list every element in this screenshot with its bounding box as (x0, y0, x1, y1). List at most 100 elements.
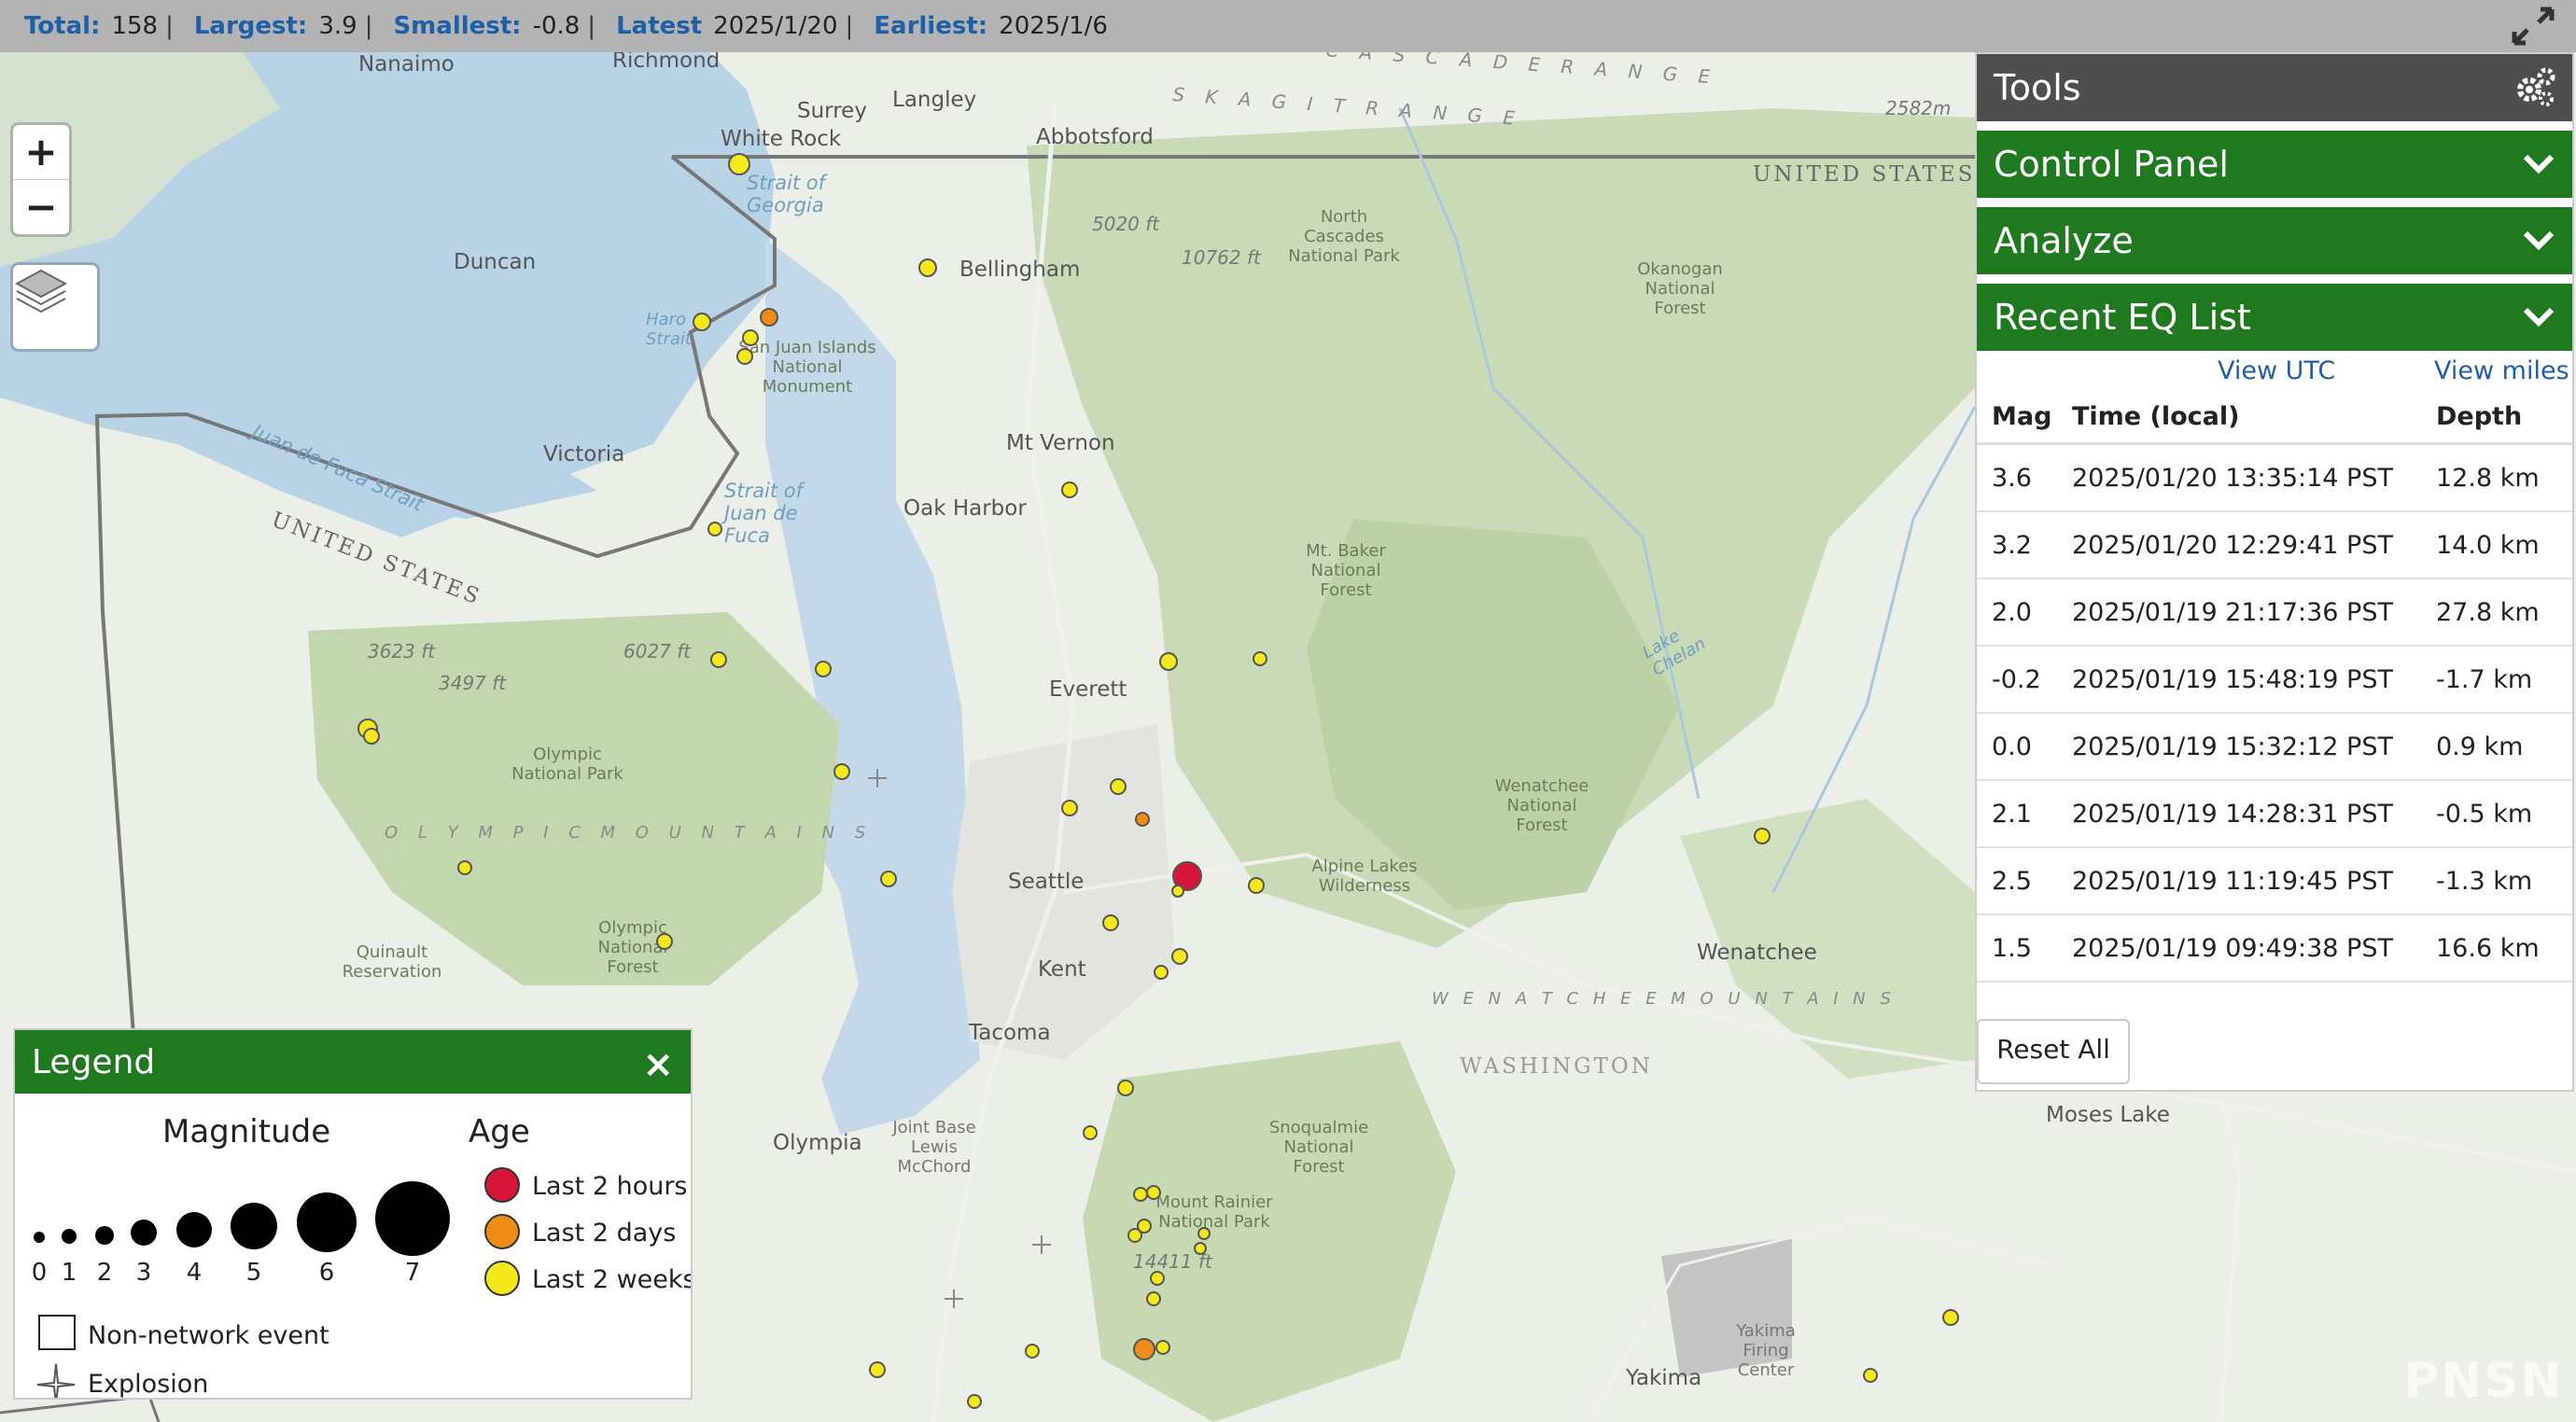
label-yakima: Yakima (1626, 1366, 1702, 1390)
label-haro-strait: Haro Strait (646, 310, 692, 349)
eq-mag-cell: 2.1 (1992, 799, 2032, 829)
zoom-control: + − (13, 125, 69, 234)
eq-time-cell: 2025/01/19 09:49:38 PST (2072, 933, 2393, 963)
age-label: Last 2 weeks (532, 1265, 691, 1294)
label-olympia: Olympia (773, 1131, 862, 1155)
col-mag-header[interactable]: Mag (1977, 402, 2072, 431)
eq-depth-cell: -1.7 km (2436, 664, 2533, 694)
explosion-label: Explosion (88, 1370, 208, 1398)
mag-1-symbol (62, 1229, 77, 1244)
label-elev-10762: 10762 ft (1182, 246, 1261, 269)
mag-label: 3 (136, 1259, 152, 1287)
label-everett: Everett (1049, 677, 1127, 702)
analyze-label: Analyze (1994, 220, 2134, 261)
largest-value: 3.9 (318, 12, 357, 40)
eq-depth-cell: 14.0 km (2436, 530, 2540, 560)
legend-content: Magnitude Age 0 1 2 3 4 5 6 7 Last 2 hou… (32, 1113, 691, 1398)
chevron-down-icon (2523, 230, 2555, 251)
eq-table-header: Mag Time (local) Depth (1977, 390, 2572, 445)
mag-label: 5 (246, 1259, 262, 1287)
eq-depth-cell: 16.6 km (2436, 933, 2540, 963)
label-mt-vernon: Mt Vernon (1006, 431, 1115, 455)
largest-label: Largest: (193, 12, 308, 40)
view-utc-link[interactable]: View UTC (2218, 356, 2335, 385)
eq-table-row[interactable]: 1.02025/01/19 08:44:49 PST16.9 km (1977, 983, 2572, 997)
eq-table-row[interactable]: 2.1 2025/01/19 14:28:31 PST -0.5 km (1977, 781, 2572, 848)
separator: | (587, 12, 596, 40)
earliest-value: 2025/1/6 (999, 12, 1108, 40)
eq-mag-cell: 2.0 (1992, 597, 2032, 627)
eq-time-cell: 2025/01/19 14:28:31 PST (2072, 799, 2393, 829)
layers-button[interactable] (13, 265, 97, 349)
legend-panel: Legend × Magnitude Age 0 1 2 3 4 5 6 7 L… (13, 1028, 693, 1400)
label-tacoma: Tacoma (969, 1021, 1051, 1045)
chevron-down-icon (2523, 307, 2555, 328)
label-olympic-nf: Olympic National Forest (597, 918, 668, 977)
eq-mag-cell: 1.5 (1992, 933, 2032, 963)
label-white-rock: White Rock (721, 127, 842, 151)
col-depth-header[interactable]: Depth (2436, 402, 2557, 431)
age-label: Last 2 days (532, 1219, 676, 1248)
label-wenatchee: Wenatchee (1697, 941, 1817, 965)
label-elev-5020: 5020 ft (1092, 213, 1160, 235)
stats-bar: Total: 158 | Largest: 3.9 | Smallest: -0… (0, 0, 2576, 52)
age-2-hours-symbol (484, 1167, 520, 1203)
fullscreen-icon[interactable] (2511, 6, 2555, 47)
separator: | (364, 12, 373, 40)
label-langley: Langley (892, 88, 977, 112)
control-panel-header[interactable]: Control Panel (1977, 131, 2572, 198)
label-north-cascades: North Cascades National Park (1288, 207, 1400, 266)
label-seattle: Seattle (1008, 870, 1085, 894)
recent-eq-list-header[interactable]: Recent EQ List (1977, 284, 2572, 351)
smallest-label: Smallest: (393, 12, 522, 40)
eq-time-cell: 2025/01/19 15:48:19 PST (2072, 664, 2393, 694)
label-moses-lake: Moses Lake (2046, 1103, 2170, 1127)
col-time-header[interactable]: Time (local) (2072, 402, 2436, 431)
eq-table-row[interactable]: 2.5 2025/01/19 11:19:45 PST -1.3 km (1977, 848, 2572, 915)
label-san-juan: San Juan Islands National Monument (738, 338, 876, 397)
non-network-symbol (38, 1315, 76, 1350)
eq-table-row[interactable]: 0.0 2025/01/19 15:32:12 PST 0.9 km (1977, 714, 2572, 781)
latest-label: Latest (616, 12, 703, 40)
total-value: 158 (111, 12, 159, 40)
eq-mag-cell: 0.0 (1992, 732, 2032, 761)
eq-table-row[interactable]: 2.0 2025/01/19 21:17:36 PST 27.8 km (1977, 579, 2572, 647)
age-2-weeks-symbol (484, 1261, 520, 1296)
eq-depth-cell: -0.5 km (2436, 799, 2533, 829)
mag-3-symbol (131, 1220, 157, 1246)
eq-table-row[interactable]: 3.2 2025/01/20 12:29:41 PST 14.0 km (1977, 512, 2572, 579)
view-miles-link[interactable]: View miles (2434, 356, 2569, 385)
layers-icon (14, 269, 68, 314)
label-abbotsford: Abbotsford (1036, 125, 1154, 149)
zoom-in-button[interactable]: + (13, 125, 69, 180)
total-label: Total: (24, 12, 101, 40)
eq-depth-cell: 0.9 km (2436, 732, 2524, 761)
label-nanaimo: Nanaimo (358, 52, 455, 77)
mag-2-symbol (95, 1226, 114, 1245)
label-quinault: Quinault Reservation (342, 942, 442, 982)
eq-table-row[interactable]: 1.5 2025/01/19 09:49:38 PST 16.6 km (1977, 915, 2572, 983)
explosion-symbol (36, 1363, 76, 1398)
label-wenatchee-nf: Wenatchee National Forest (1494, 776, 1589, 835)
tools-header: Tools (1977, 54, 2572, 121)
mag-5-symbol (231, 1203, 277, 1249)
label-elev-3497: 3497 ft (439, 672, 507, 694)
label-strait-georgia: Strait of Georgia (747, 172, 826, 216)
reset-all-button[interactable]: Reset All (1977, 1019, 2130, 1084)
magnitude-title: Magnitude (162, 1113, 330, 1150)
mag-label: 2 (97, 1259, 113, 1287)
analyze-header[interactable]: Analyze (1977, 207, 2572, 274)
earliest-label: Earliest: (874, 12, 988, 40)
age-2-days-symbol (484, 1214, 520, 1249)
eq-table-body[interactable]: 3.6 2025/01/20 13:35:14 PST 12.8 km 3.2 2025… (1977, 445, 2572, 997)
label-wenatchee-mountains: W E N A T C H E E M O U N T A I N S (1432, 989, 1896, 1009)
recent-eq-list-label: Recent EQ List (1994, 297, 2251, 338)
legend-close-button[interactable]: × (642, 1043, 674, 1086)
eq-mag-cell: 3.6 (1992, 463, 2032, 493)
label-mt-baker: Mt. Baker National Forest (1306, 541, 1386, 600)
zoom-out-button[interactable]: − (13, 180, 69, 234)
eq-table-row[interactable]: -0.2 2025/01/19 15:48:19 PST -1.7 km (1977, 647, 2572, 714)
gears-icon[interactable] (2513, 65, 2557, 110)
eq-table-row[interactable]: 3.6 2025/01/20 13:35:14 PST 12.8 km (1977, 445, 2572, 512)
age-label: Last 2 hours (532, 1172, 688, 1201)
